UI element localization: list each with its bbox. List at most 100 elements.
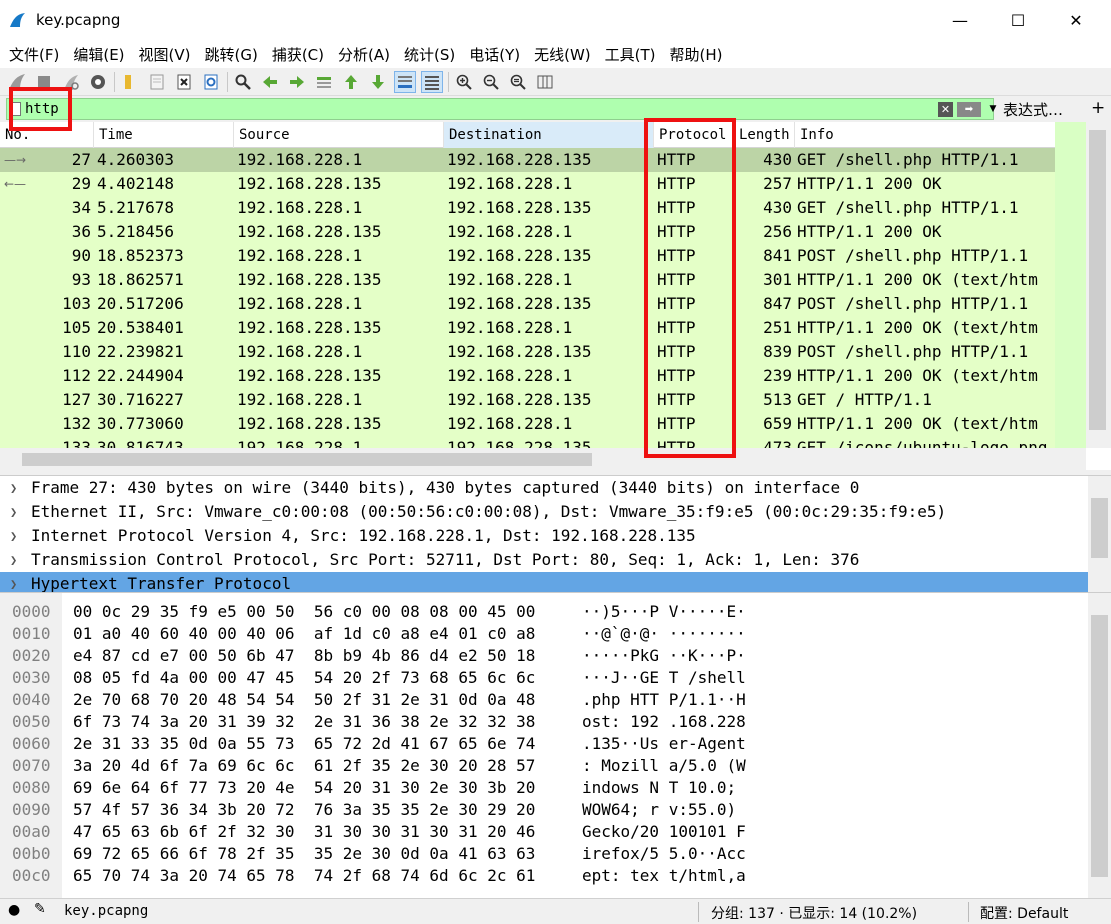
table-row[interactable]: 27 4.260303 192.168.228.1 192.168.228.135 HT… bbox=[0, 148, 1055, 172]
bytes-row[interactable]: 00c0 65 70 74 3a 20 74 65 78 74 2f 68 74 … bbox=[0, 865, 1088, 887]
column-header-time[interactable]: Time bbox=[94, 122, 234, 148]
cell-destination: 192.168.228.1 bbox=[447, 270, 573, 289]
restart-icon[interactable] bbox=[60, 71, 82, 93]
table-row[interactable]: 36 5.218456 192.168.228.135 192.168.228.1 HT… bbox=[0, 220, 1055, 244]
cell-time: 18.852373 bbox=[97, 246, 184, 265]
table-row[interactable]: 29 4.402148 192.168.228.135 192.168.228.1 HT… bbox=[0, 172, 1055, 196]
detail-tree-item[interactable]: ❯ Ethernet II, Src: Vmware_c0:00:08 (00:5… bbox=[0, 500, 1088, 524]
cell-time: 4.260303 bbox=[97, 150, 175, 169]
stop-icon[interactable] bbox=[33, 71, 55, 93]
table-row[interactable]: 133 30.816743 192.168.228.1 192.168.228.135… bbox=[0, 436, 1055, 448]
menu-capture[interactable]: 捕获(C) bbox=[265, 44, 331, 65]
first-packet-icon[interactable] bbox=[340, 71, 362, 93]
maximize-button[interactable]: ☐ bbox=[995, 0, 1041, 40]
chevron-right-icon[interactable]: ❯ bbox=[10, 500, 17, 524]
menu-help[interactable]: 帮助(H) bbox=[663, 44, 730, 65]
detail-tree-item[interactable]: ❯ Frame 27: 430 bytes on wire (3440 bits)… bbox=[0, 476, 1088, 500]
packet-list-scroll-thumb[interactable] bbox=[1089, 130, 1106, 430]
reload-icon[interactable] bbox=[200, 71, 222, 93]
chevron-right-icon[interactable]: ❯ bbox=[10, 548, 17, 572]
clear-filter-icon[interactable]: ✕ bbox=[938, 102, 953, 117]
table-row[interactable]: 112 22.244904 192.168.228.135 192.168.228.1… bbox=[0, 364, 1055, 388]
forward-arrow-icon[interactable] bbox=[286, 71, 308, 93]
status-profile[interactable]: 配置: Default bbox=[980, 903, 1068, 923]
column-header-destination[interactable]: Destination bbox=[444, 122, 654, 148]
menu-analyze[interactable]: 分析(A) bbox=[331, 44, 397, 65]
file-icon[interactable] bbox=[146, 71, 168, 93]
cell-length: 257 bbox=[763, 174, 792, 193]
byte-offset: 0050 bbox=[12, 712, 51, 731]
chevron-right-icon[interactable]: ❯ bbox=[10, 524, 17, 548]
table-row[interactable]: 90 18.852373 192.168.228.1 192.168.228.135 H… bbox=[0, 244, 1055, 268]
bytes-scroll-thumb[interactable] bbox=[1091, 615, 1108, 877]
menu-statistics[interactable]: 统计(S) bbox=[397, 44, 462, 65]
zoom-out-icon[interactable] bbox=[480, 71, 502, 93]
table-row[interactable]: 105 20.538401 192.168.228.135 192.168.228.1… bbox=[0, 316, 1055, 340]
cell-info: HTTP/1.1 200 OK bbox=[797, 222, 942, 241]
expression-button[interactable]: 表达式… bbox=[1003, 99, 1063, 120]
open-folder-icon[interactable] bbox=[119, 71, 141, 93]
byte-offset: 0040 bbox=[12, 690, 51, 709]
details-scroll-thumb[interactable] bbox=[1091, 498, 1108, 558]
menu-go[interactable]: 跳转(G) bbox=[198, 44, 265, 65]
packet-list-hscroll-thumb[interactable] bbox=[22, 453, 592, 466]
column-header-source[interactable]: Source bbox=[234, 122, 444, 148]
back-arrow-icon[interactable] bbox=[259, 71, 281, 93]
status-ready-icon[interactable]: ● bbox=[8, 902, 20, 918]
bytes-row[interactable]: 0080 69 6e 64 6f 77 73 20 4e 54 20 31 30 … bbox=[0, 777, 1088, 799]
cell-time: 30.816743 bbox=[97, 438, 184, 448]
bytes-row[interactable]: 0010 01 a0 40 60 40 00 40 06 af 1d c0 a8 … bbox=[0, 623, 1088, 645]
bytes-row[interactable]: 0090 57 4f 57 36 34 3b 20 72 76 3a 35 35 … bbox=[0, 799, 1088, 821]
column-header-info[interactable]: Info bbox=[795, 122, 1055, 148]
bytes-row[interactable]: 00a0 47 65 63 6b 6f 2f 32 30 31 30 30 31 … bbox=[0, 821, 1088, 843]
bookmark-icon[interactable] bbox=[11, 102, 21, 116]
column-header-protocol[interactable]: Protocol bbox=[654, 122, 734, 148]
shark-fin-start-icon[interactable] bbox=[6, 71, 28, 93]
resize-columns-icon[interactable] bbox=[534, 71, 556, 93]
column-header-no[interactable]: No. bbox=[0, 122, 94, 148]
last-packet-icon[interactable] bbox=[367, 71, 389, 93]
menu-view[interactable]: 视图(V) bbox=[132, 44, 198, 65]
status-separator bbox=[698, 902, 699, 922]
menu-wireless[interactable]: 无线(W) bbox=[527, 44, 598, 65]
colorize-icon[interactable] bbox=[421, 70, 443, 93]
capture-comment-icon[interactable]: ✎ bbox=[34, 901, 46, 917]
bytes-row[interactable]: 0060 2e 31 33 35 0d 0a 55 73 65 72 2d 41 … bbox=[0, 733, 1088, 755]
zoom-in-icon[interactable] bbox=[453, 71, 475, 93]
bytes-row[interactable]: 0040 2e 70 68 70 20 48 54 54 50 2f 31 2e … bbox=[0, 689, 1088, 711]
table-row[interactable]: 103 20.517206 192.168.228.1 192.168.228.135… bbox=[0, 292, 1055, 316]
bytes-row[interactable]: 0070 3a 20 4d 6f 7a 69 6c 6c 61 2f 35 2e … bbox=[0, 755, 1088, 777]
filter-history-chevron-down-icon[interactable]: ▼ bbox=[986, 102, 1000, 117]
menu-file[interactable]: 文件(F) bbox=[2, 44, 66, 65]
display-filter-field[interactable]: ✕ ➡ ▼ bbox=[6, 98, 996, 120]
zoom-reset-icon[interactable] bbox=[507, 71, 529, 93]
table-row[interactable]: 132 30.773060 192.168.228.135 192.168.228.1… bbox=[0, 412, 1055, 436]
add-filter-button[interactable]: + bbox=[1091, 98, 1105, 118]
display-filter-input[interactable] bbox=[25, 101, 525, 117]
table-row[interactable]: 127 30.716227 192.168.228.1 192.168.228.135… bbox=[0, 388, 1055, 412]
autoscroll-icon[interactable] bbox=[394, 70, 416, 93]
close-file-icon[interactable] bbox=[173, 71, 195, 93]
detail-tree-item[interactable]: ❯ Internet Protocol Version 4, Src: 192.1… bbox=[0, 524, 1088, 548]
close-button[interactable]: ✕ bbox=[1053, 0, 1099, 40]
goto-packet-icon[interactable] bbox=[313, 71, 335, 93]
intelligent-scrollbar-map[interactable] bbox=[1055, 122, 1086, 448]
apply-filter-icon[interactable]: ➡ bbox=[957, 102, 981, 117]
find-icon[interactable] bbox=[232, 71, 254, 93]
table-row[interactable]: 110 22.239821 192.168.228.1 192.168.228.135… bbox=[0, 340, 1055, 364]
minimize-button[interactable]: — bbox=[937, 0, 983, 40]
bytes-row[interactable]: 0020 e4 87 cd e7 00 50 6b 47 8b b9 4b 86 … bbox=[0, 645, 1088, 667]
menu-edit[interactable]: 编辑(E) bbox=[66, 44, 131, 65]
column-header-length[interactable]: Length bbox=[734, 122, 795, 148]
table-row[interactable]: 34 5.217678 192.168.228.1 192.168.228.135 HT… bbox=[0, 196, 1055, 220]
detail-tree-item[interactable]: ❯ Transmission Control Protocol, Src Port… bbox=[0, 548, 1088, 572]
menu-telephony[interactable]: 电话(Y) bbox=[462, 44, 527, 65]
bytes-row[interactable]: 0000 00 0c 29 35 f9 e5 00 50 56 c0 00 08 … bbox=[0, 601, 1088, 623]
bytes-row[interactable]: 0050 6f 73 74 3a 20 31 39 32 2e 31 36 38 … bbox=[0, 711, 1088, 733]
options-gear-icon[interactable] bbox=[87, 71, 109, 93]
table-row[interactable]: 93 18.862571 192.168.228.135 192.168.228.1 H… bbox=[0, 268, 1055, 292]
bytes-row[interactable]: 0030 08 05 fd 4a 00 00 47 45 54 20 2f 73 … bbox=[0, 667, 1088, 689]
chevron-right-icon[interactable]: ❯ bbox=[10, 476, 17, 500]
menu-tools[interactable]: 工具(T) bbox=[598, 44, 663, 65]
bytes-row[interactable]: 00b0 69 72 65 66 6f 78 2f 35 35 2e 30 0d … bbox=[0, 843, 1088, 865]
